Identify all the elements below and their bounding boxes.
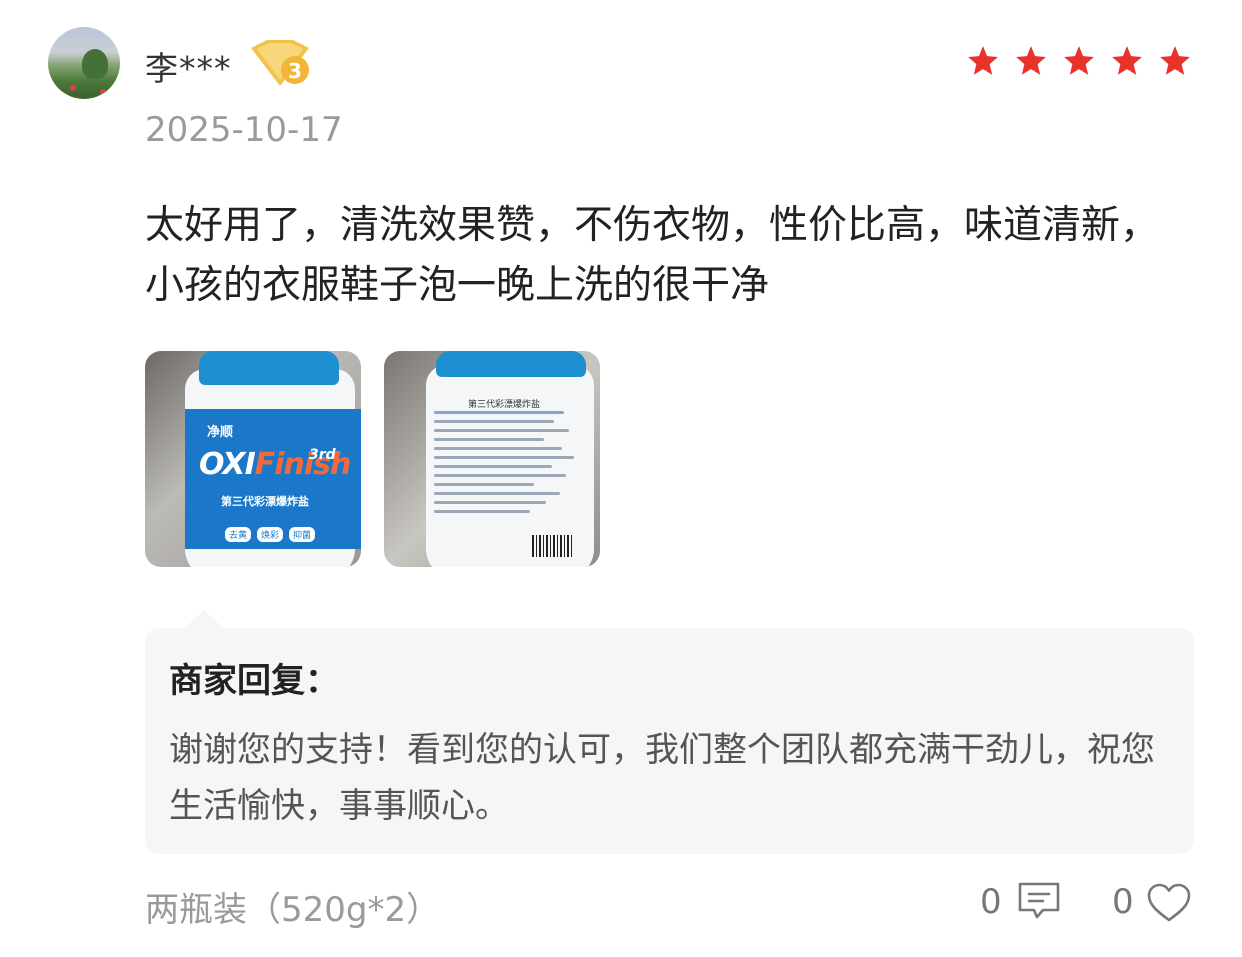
star-icon	[968, 46, 998, 75]
brand-oxi: OXI	[199, 447, 256, 482]
product-tag: 去黄	[225, 527, 252, 542]
star-icon	[1064, 46, 1094, 75]
comment-icon[interactable]	[1016, 881, 1062, 921]
back-label-title: 第三代彩漂爆炸盐	[468, 400, 541, 410]
merchant-reply-text: 谢谢您的支持！看到您的认可，我们整个团队都充满干劲儿，祝您生活愉快，事事顺心。	[169, 730, 1155, 826]
brand-logo-text: 净顺	[207, 425, 234, 440]
product-tag: 抑菌	[289, 527, 316, 542]
reply-pointer	[184, 610, 224, 629]
brand-3rd: 3rd	[309, 447, 336, 463]
user-avatar[interactable]	[48, 27, 120, 99]
product-tag: 焕彩	[257, 527, 284, 542]
merchant-reply-title: 商家回复：	[169, 661, 339, 701]
back-label-text	[434, 411, 574, 519]
comment-count: 0	[980, 882, 1002, 922]
rating-stars	[966, 44, 1192, 78]
star-icon	[1160, 46, 1190, 75]
product-name-cn: 第三代彩漂爆炸盐	[221, 495, 309, 508]
review-photo-front[interactable]: 净顺 OXIFinish 3rd 第三代彩漂爆炸盐 去黄 焕彩 抑菌	[145, 351, 361, 567]
vip-level-badge-icon: 3	[251, 40, 309, 86]
barcode	[532, 535, 574, 557]
username: 李***	[145, 49, 232, 88]
like-count: 0	[1112, 882, 1134, 922]
heart-icon[interactable]	[1146, 882, 1192, 924]
review-date: 2025-10-17	[145, 110, 343, 150]
star-icon	[1016, 46, 1046, 75]
product-variant: 两瓶装（520g*2）	[145, 890, 441, 930]
vip-level-number: 3	[288, 59, 302, 83]
brand-finish: Finish	[254, 447, 352, 482]
review-text: 太好用了，清洗效果赞，不伤衣物，性价比高，味道清新，小孩的衣服鞋子泡一晚上洗的很…	[145, 203, 1160, 308]
star-icon	[1112, 46, 1142, 75]
review-photo-back[interactable]: 第三代彩漂爆炸盐	[384, 351, 600, 567]
product-tags: 去黄 焕彩 抑菌	[225, 527, 316, 542]
